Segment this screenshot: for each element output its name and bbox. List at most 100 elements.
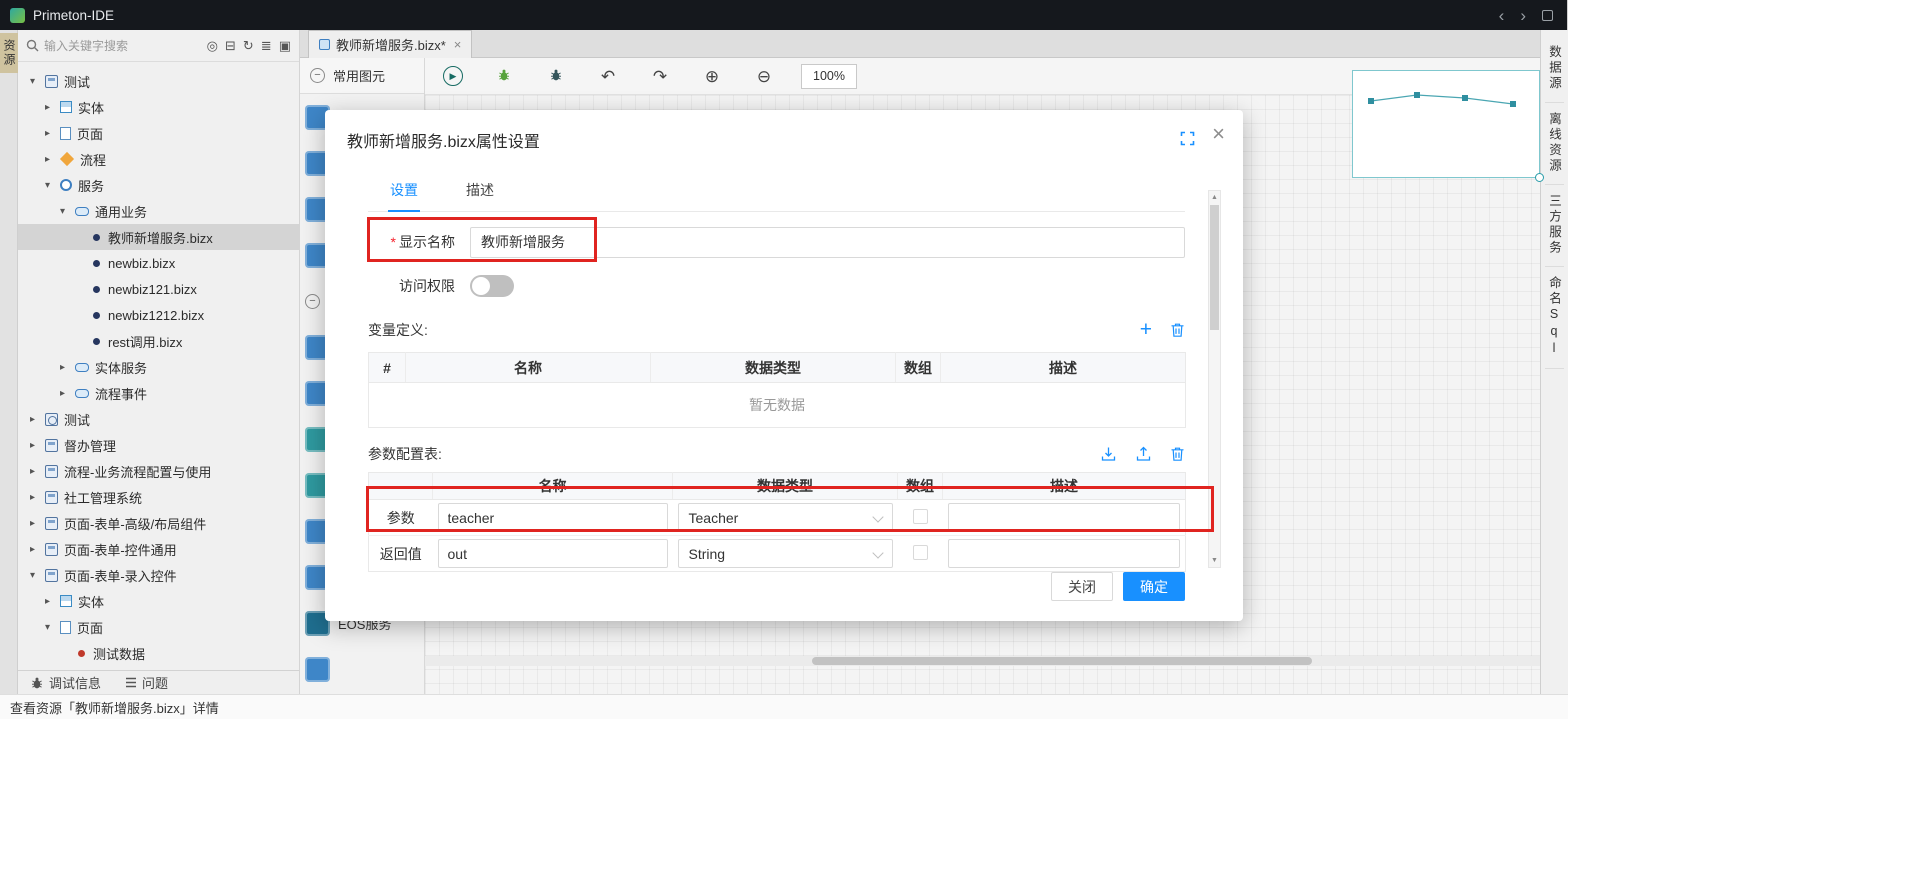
scroll-thumb[interactable] bbox=[1210, 205, 1219, 330]
export-params-icon[interactable] bbox=[1135, 446, 1152, 462]
scroll-down-icon[interactable]: ▼ bbox=[1209, 554, 1220, 567]
caret-right-icon[interactable]: ▸ bbox=[45, 596, 60, 607]
tab-description[interactable]: 描述 bbox=[464, 174, 496, 211]
confirm-button[interactable]: 确定 bbox=[1123, 572, 1185, 601]
caret-right-icon[interactable]: ▸ bbox=[30, 518, 45, 529]
tree-item[interactable]: newbiz1212.bizx bbox=[18, 302, 299, 328]
tree-item[interactable]: 测试数据 bbox=[18, 640, 299, 666]
close-button[interactable]: 关闭 bbox=[1051, 572, 1113, 601]
zoom-level[interactable]: 100% bbox=[801, 64, 857, 89]
zoom-out-icon[interactable]: ⊖ bbox=[753, 68, 775, 85]
caret-right-icon[interactable]: ▸ bbox=[45, 128, 60, 139]
tree-item[interactable]: ▾服务 bbox=[18, 172, 299, 198]
caret-right-icon[interactable]: ▸ bbox=[30, 414, 45, 425]
param-desc-input[interactable] bbox=[948, 539, 1181, 568]
tree-item-label: newbiz121.bizx bbox=[108, 282, 197, 297]
preview-icon[interactable]: ▣ bbox=[279, 39, 291, 52]
tree-item[interactable]: ▸督办管理 bbox=[18, 432, 299, 458]
debug-icon[interactable] bbox=[493, 68, 515, 85]
editor-tab[interactable]: 教师新增服务.bizx* × bbox=[308, 30, 472, 58]
refresh-icon[interactable]: ↻ bbox=[243, 39, 254, 52]
display-name-input[interactable] bbox=[470, 227, 1185, 258]
palette-header[interactable]: − 常用图元 bbox=[300, 58, 424, 94]
tree-item[interactable]: newbiz.bizx bbox=[18, 250, 299, 276]
debug-alt-icon[interactable] bbox=[545, 68, 567, 85]
modal-scrollbar[interactable]: ▲ ▼ bbox=[1208, 190, 1221, 568]
fullscreen-icon[interactable] bbox=[1180, 131, 1195, 146]
import-params-icon[interactable] bbox=[1100, 446, 1117, 462]
modal-close-icon[interactable]: × bbox=[1212, 123, 1225, 145]
right-panel-tab[interactable]: 三方服务 bbox=[1545, 185, 1564, 267]
minimap-resize-handle[interactable] bbox=[1535, 173, 1544, 182]
tree-item[interactable]: ▾页面-表单-录入控件 bbox=[18, 562, 299, 588]
zoom-in-icon[interactable]: ⊕ bbox=[701, 68, 723, 85]
tree-item[interactable]: ▸实体 bbox=[18, 94, 299, 120]
caret-down-icon[interactable]: ▾ bbox=[45, 622, 60, 633]
caret-right-icon[interactable]: ▸ bbox=[60, 388, 75, 399]
add-variable-icon[interactable]: + bbox=[1140, 322, 1152, 338]
caret-down-icon[interactable]: ▾ bbox=[60, 206, 75, 217]
caret-down-icon[interactable]: ▾ bbox=[45, 180, 60, 191]
param-desc-input[interactable] bbox=[948, 503, 1181, 532]
tree-item[interactable]: ▸流程 bbox=[18, 146, 299, 172]
search-input[interactable] bbox=[44, 39, 202, 53]
caret-right-icon[interactable]: ▸ bbox=[30, 466, 45, 477]
caret-right-icon[interactable]: ▸ bbox=[45, 154, 60, 165]
undo-icon[interactable]: ↶ bbox=[597, 68, 619, 85]
array-checkbox[interactable] bbox=[913, 509, 928, 524]
redo-icon[interactable]: ↷ bbox=[649, 68, 671, 85]
nav-back-icon[interactable]: ‹ bbox=[1499, 7, 1505, 24]
right-panel-tab[interactable]: 数据源 bbox=[1545, 36, 1564, 103]
caret-right-icon[interactable]: ▸ bbox=[45, 102, 60, 113]
run-icon[interactable]: ▶ bbox=[443, 66, 463, 86]
tree-item[interactable]: ▸实体服务 bbox=[18, 354, 299, 380]
locate-icon[interactable]: ◎ bbox=[207, 39, 218, 52]
tree-item[interactable]: ▾测试 bbox=[18, 68, 299, 94]
caret-right-icon[interactable]: ▸ bbox=[30, 492, 45, 503]
nav-forward-icon[interactable]: › bbox=[1520, 7, 1526, 24]
type-select[interactable]: Teacher bbox=[678, 503, 893, 532]
caret-right-icon[interactable]: ▸ bbox=[30, 544, 45, 555]
tree-item[interactable]: ▸页面 bbox=[18, 120, 299, 146]
window-restore-icon[interactable] bbox=[1542, 10, 1553, 21]
array-checkbox[interactable] bbox=[913, 545, 928, 560]
tree-item[interactable]: ▸社工管理系统 bbox=[18, 484, 299, 510]
tree-item[interactable]: newbiz121.bizx bbox=[18, 276, 299, 302]
right-panel-tab[interactable]: 命名Sql bbox=[1545, 267, 1564, 369]
access-toggle[interactable] bbox=[470, 275, 514, 297]
list-icon[interactable]: ≣ bbox=[261, 39, 272, 52]
tab-debug-info[interactable]: 调试信息 bbox=[30, 673, 101, 692]
delete-param-icon[interactable] bbox=[1170, 446, 1185, 462]
param-name-input[interactable] bbox=[438, 503, 668, 532]
caret-down-icon[interactable]: ▾ bbox=[30, 570, 45, 581]
canvas-hscrollbar[interactable] bbox=[425, 656, 1540, 666]
hscroll-thumb[interactable] bbox=[812, 657, 1312, 665]
collapse-section-icon[interactable]: − bbox=[305, 294, 320, 309]
tab-settings[interactable]: 设置 bbox=[388, 174, 420, 212]
collapse-section-icon[interactable]: − bbox=[310, 68, 325, 83]
param-name-input[interactable] bbox=[438, 539, 668, 568]
tree-item[interactable]: rest调用.bizx bbox=[18, 328, 299, 354]
tree-item[interactable]: ▸实体 bbox=[18, 588, 299, 614]
resources-vertical-tab[interactable]: 资源 bbox=[0, 33, 19, 73]
scroll-up-icon[interactable]: ▲ bbox=[1209, 191, 1220, 204]
tree-item[interactable]: ▾页面 bbox=[18, 614, 299, 640]
collapse-icon[interactable]: ⊟ bbox=[225, 39, 236, 52]
delete-variable-icon[interactable] bbox=[1170, 322, 1185, 338]
right-panel-tab[interactable]: 离线资源 bbox=[1545, 103, 1564, 185]
tree-item[interactable]: ▾通用业务 bbox=[18, 198, 299, 224]
tree-item[interactable]: ▸流程-业务流程配置与使用 bbox=[18, 458, 299, 484]
tree-item[interactable]: ▸流程事件 bbox=[18, 380, 299, 406]
caret-right-icon[interactable]: ▸ bbox=[30, 440, 45, 451]
tree-item[interactable]: ▸页面-表单-控件通用 bbox=[18, 536, 299, 562]
tree-item[interactable]: ▸页面-表单-高级/布局组件 bbox=[18, 510, 299, 536]
palette-item[interactable] bbox=[300, 646, 424, 692]
tree-item[interactable]: 教师新增服务.bizx bbox=[18, 224, 299, 250]
caret-down-icon[interactable]: ▾ bbox=[30, 76, 45, 87]
caret-right-icon[interactable]: ▸ bbox=[60, 362, 75, 373]
minimap[interactable] bbox=[1352, 70, 1540, 178]
tab-issues[interactable]: 问题 bbox=[125, 673, 168, 692]
tab-close-icon[interactable]: × bbox=[454, 37, 462, 52]
type-select[interactable]: String bbox=[678, 539, 893, 568]
tree-item[interactable]: ▸测试 bbox=[18, 406, 299, 432]
